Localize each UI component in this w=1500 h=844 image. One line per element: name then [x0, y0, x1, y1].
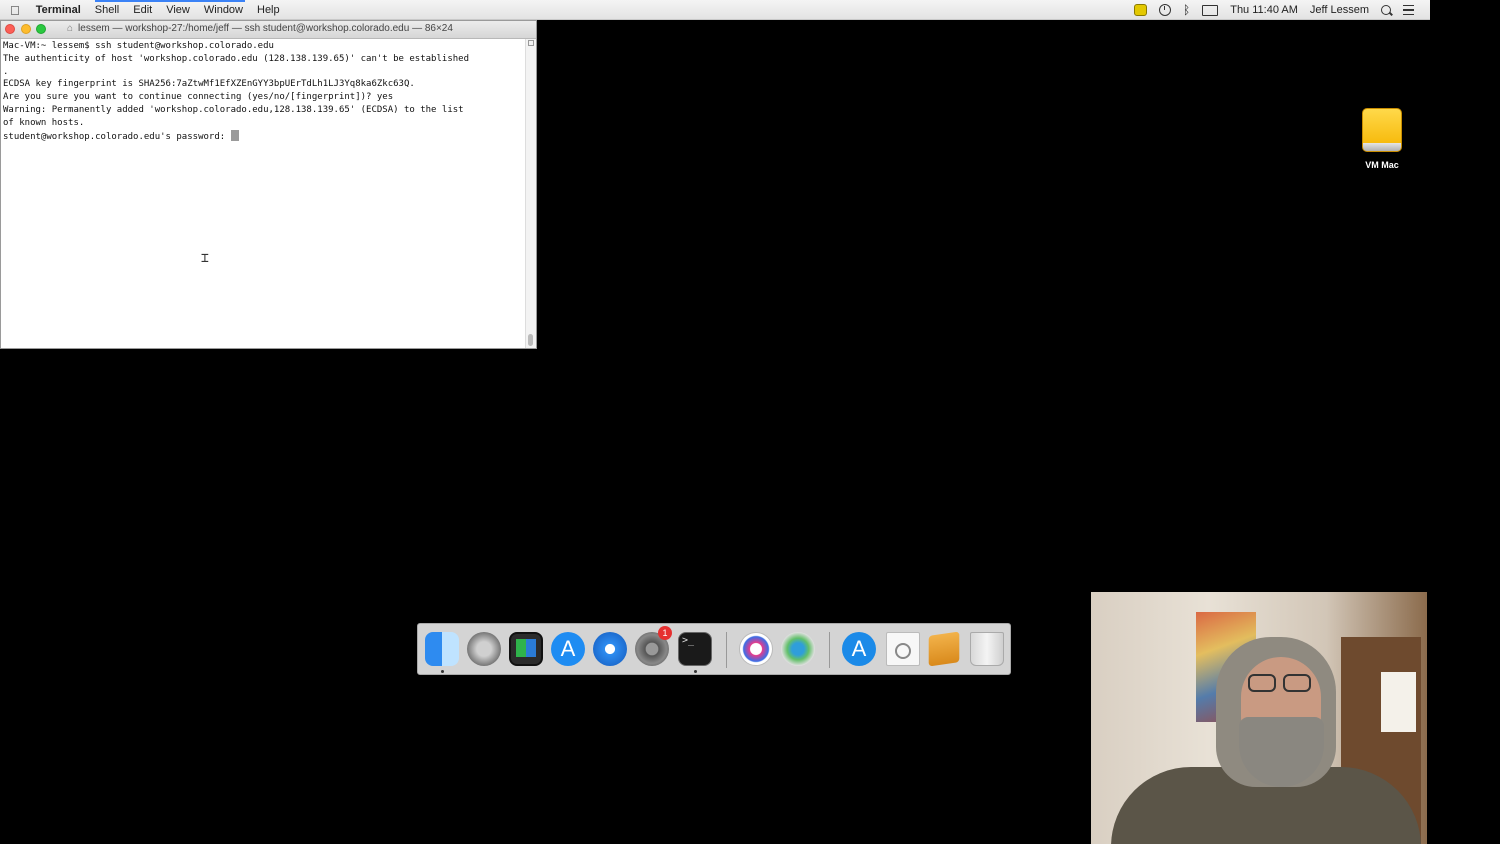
external-drive-icon[interactable]: [1362, 108, 1402, 152]
finder-icon[interactable]: [425, 632, 459, 666]
launchpad-icon[interactable]: [467, 632, 501, 666]
webcam-overlay: [1091, 592, 1427, 844]
terminal-window[interactable]: ⌂ lessem — workshop-27:/home/jeff — ssh s…: [0, 20, 537, 349]
terminal-line: of known hosts.: [3, 117, 85, 128]
spotlight-search-icon[interactable]: [1381, 5, 1391, 15]
terminal-line: Mac-VM:~ lessem$ ssh student@workshop.co…: [3, 41, 274, 51]
app-store-download-icon[interactable]: A: [842, 632, 876, 666]
menu-shell[interactable]: Shell: [95, 4, 119, 16]
terminal-icon[interactable]: >_: [678, 632, 712, 666]
password-prompt: student@workshop.colorado.edu's password…: [3, 131, 231, 142]
dock-separator: [726, 632, 727, 668]
zoom-window-button[interactable]: [36, 24, 46, 34]
desktop-icon-label: VM Mac: [1365, 160, 1399, 170]
terminal-output[interactable]: Mac-VM:~ lessem$ ssh student@workshop.co…: [1, 39, 526, 348]
desktop-icon-vm-mac[interactable]: VM Mac: [1352, 108, 1412, 170]
terminal-line: ECDSA key fingerprint is SHA256:7aZtwMf1…: [3, 79, 415, 90]
home-folder-icon: ⌂: [67, 23, 74, 34]
terminal-scrollbar[interactable]: [525, 39, 536, 348]
scrollbar-thumb[interactable]: [528, 334, 533, 346]
terminal-line: Warning: Permanently added 'workshop.col…: [3, 104, 464, 115]
window-light: [1381, 672, 1416, 732]
package-icon[interactable]: [928, 631, 960, 667]
menu-app-terminal[interactable]: Terminal: [36, 4, 81, 16]
system-preferences-icon[interactable]: 1: [635, 626, 672, 666]
menu-clock[interactable]: Thu 11:40 AM: [1230, 4, 1298, 16]
close-window-button[interactable]: [5, 24, 15, 34]
notification-center-icon[interactable]: [1403, 5, 1414, 15]
dock: A 1 >_ A: [417, 623, 1011, 675]
glasses-left: [1248, 674, 1276, 692]
menu-help[interactable]: Help: [257, 4, 280, 16]
notification-badge: 1: [658, 626, 672, 640]
terminal-title: ⌂ lessem — workshop-27:/home/jeff — ssh s…: [67, 23, 453, 34]
menu-window[interactable]: Window: [204, 4, 243, 16]
terminal-line: .: [3, 66, 9, 77]
dock-separator: [829, 632, 830, 668]
running-indicator: [441, 670, 444, 673]
menu-view[interactable]: View: [166, 4, 190, 16]
menu-bar:  Terminal Shell Edit View Window Help ᛒ…: [0, 0, 1430, 20]
text-cursor: [230, 129, 239, 141]
scroll-split-icon[interactable]: [528, 40, 534, 46]
trash-icon[interactable]: [970, 632, 1004, 666]
apple-menu-icon[interactable]: : [10, 3, 20, 18]
ibeam-cursor-icon: ⌶: [201, 251, 209, 266]
minimize-window-button[interactable]: [21, 24, 31, 34]
time-machine-icon[interactable]: [1159, 4, 1172, 16]
photo-booth-icon[interactable]: [509, 632, 543, 666]
menu-edit[interactable]: Edit: [133, 4, 152, 16]
terminal-titlebar[interactable]: ⌂ lessem — workshop-27:/home/jeff — ssh s…: [1, 21, 536, 39]
network-icon[interactable]: [781, 632, 815, 666]
app-store-icon[interactable]: A: [551, 632, 585, 666]
terminal-line: Are you sure you want to continue connec…: [3, 92, 394, 103]
running-indicator: [694, 670, 697, 673]
display-mirroring-icon[interactable]: [1202, 4, 1219, 16]
bluetooth-icon[interactable]: ᛒ: [1183, 3, 1190, 17]
terminal-line: The authenticity of host 'workshop.color…: [3, 53, 469, 64]
config-document-icon[interactable]: [886, 632, 920, 666]
safari-icon[interactable]: [593, 632, 627, 666]
menu-user[interactable]: Jeff Lessem: [1310, 4, 1369, 16]
terminal-prompt-line[interactable]: student@workshop.colorado.edu's password…: [3, 129, 524, 144]
database-status-icon[interactable]: [1134, 4, 1148, 16]
utility-icon[interactable]: [739, 632, 773, 666]
glasses-right: [1283, 674, 1311, 692]
